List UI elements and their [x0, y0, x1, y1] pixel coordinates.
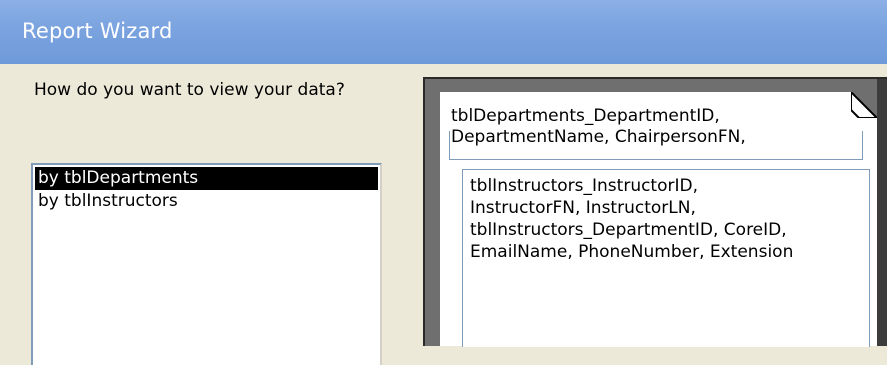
- detail-fields: tblInstructors_InstructorID, InstructorF…: [470, 176, 794, 262]
- group-header-box: tblDepartments_DepartmentID, DepartmentN…: [449, 106, 869, 160]
- detail-box: tblInstructors_InstructorID, InstructorF…: [462, 169, 870, 347]
- group-header-fields: tblDepartments_DepartmentID, DepartmentN…: [451, 106, 746, 147]
- list-item-by-tbldepartments[interactable]: by tblDepartments: [35, 167, 378, 190]
- view-prompt-label: How do you want to view your data?: [34, 80, 345, 100]
- window-title: Report Wizard: [22, 19, 173, 43]
- list-item-by-tblinstructors[interactable]: by tblInstructors: [35, 190, 378, 213]
- view-options-listbox[interactable]: by tblDepartments by tblInstructors: [31, 163, 382, 365]
- title-bar: Report Wizard: [0, 0, 887, 64]
